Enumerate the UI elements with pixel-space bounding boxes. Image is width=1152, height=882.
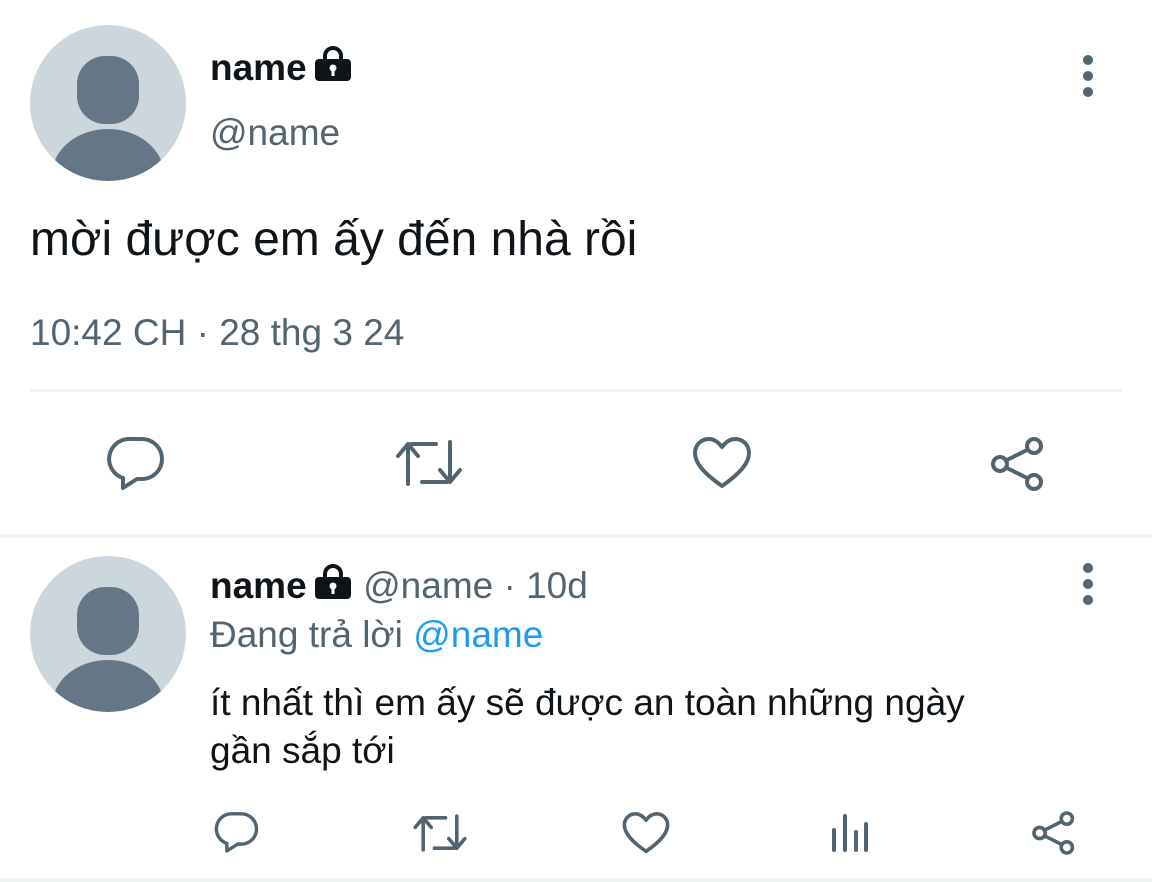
reply-header[interactable]: name @name · 10d <box>210 564 588 617</box>
section-divider <box>0 534 1152 538</box>
retweet-button[interactable] <box>394 436 464 490</box>
share-icon <box>991 437 1043 491</box>
avatar[interactable] <box>30 25 186 181</box>
lock-icon <box>313 564 353 617</box>
replying-to-label: Đang trả lời <box>210 614 414 655</box>
replying-to: Đang trả lời @name <box>210 613 543 657</box>
reply-comment-button[interactable] <box>212 810 260 854</box>
comment-icon <box>214 812 259 853</box>
tweet-timestamp[interactable]: 10:42 CH · 28 thg 3 24 <box>30 310 404 356</box>
lock-icon <box>313 46 353 99</box>
reply-text: ít nhất thì em ấy sẽ được an toàn những … <box>210 679 965 775</box>
reply-like-button[interactable] <box>622 811 670 855</box>
heart-icon <box>622 812 670 854</box>
tweet-text: mời được em ấy đến nhà rồi <box>30 213 638 266</box>
heart-icon <box>693 437 751 488</box>
more-vertical-icon <box>1083 55 1093 97</box>
analytics-icon <box>832 814 868 852</box>
like-button[interactable] <box>692 436 752 490</box>
author-name-row[interactable]: name <box>210 46 353 99</box>
reply-button[interactable] <box>104 434 166 492</box>
divider <box>30 389 1122 392</box>
bottom-divider <box>0 878 1152 882</box>
reply-text-line: gần sắp tới <box>210 730 395 771</box>
more-options-button[interactable] <box>1078 54 1098 103</box>
reply-display-name[interactable]: name <box>210 565 307 606</box>
retweet-icon <box>396 440 462 486</box>
default-avatar-icon <box>52 587 164 712</box>
retweet-icon <box>413 814 467 852</box>
reply-avatar[interactable] <box>30 556 186 712</box>
default-avatar-icon <box>52 56 164 181</box>
author-handle[interactable]: @name <box>210 112 340 154</box>
more-options-button[interactable] <box>1078 562 1098 611</box>
reply-retweet-button[interactable] <box>412 811 468 855</box>
comment-icon <box>107 437 164 490</box>
replying-to-link[interactable]: @name <box>413 614 543 655</box>
reply-text-line: ít nhất thì em ấy sẽ được an toàn những … <box>210 682 965 723</box>
more-vertical-icon <box>1083 563 1093 605</box>
share-icon <box>1032 811 1075 855</box>
reply-share-button[interactable] <box>1030 810 1078 856</box>
reply-handle-time[interactable]: @name · 10d <box>363 565 588 606</box>
reply-analytics-button[interactable] <box>828 812 872 854</box>
display-name[interactable]: name <box>210 47 307 88</box>
share-button[interactable] <box>988 436 1048 492</box>
